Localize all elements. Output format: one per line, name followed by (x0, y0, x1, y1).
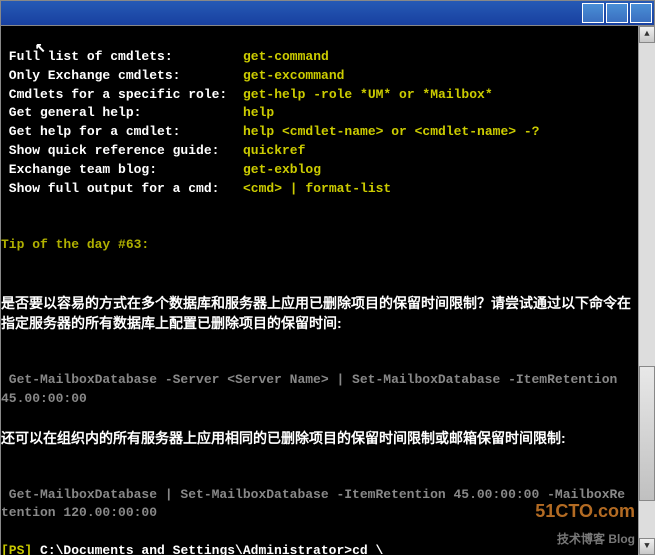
maximize-button[interactable] (606, 3, 628, 23)
example-command-1: Get-MailboxDatabase -Server <Server Name… (1, 372, 617, 406)
help-block: Full list of cmdlets:get-command Only Ex… (1, 48, 650, 199)
ps-marker: [PS] (1, 543, 40, 555)
tip-paragraph-1: 是否要以容易的方式在多个数据库和服务器上应用已删除项目的保留时间限制？请尝试通过… (1, 293, 650, 334)
scroll-thumb[interactable] (639, 366, 655, 501)
tip-paragraph-2: 还可以在组织内的所有服务器上应用相同的已删除项目的保留时间限制或邮箱保留时间限制… (1, 428, 650, 448)
window-titlebar (0, 0, 655, 26)
help-label: Exchange team blog: (1, 161, 243, 180)
minimize-button[interactable] (582, 3, 604, 23)
ps-input-cd[interactable]: cd \ (352, 543, 383, 555)
help-label: Show full output for a cmd: (1, 180, 243, 199)
vertical-scrollbar[interactable]: ▲ ▼ (638, 26, 655, 555)
help-command: get-excommand (243, 68, 344, 83)
help-command: quickref (243, 143, 305, 158)
close-button[interactable] (630, 3, 652, 23)
help-label: Cmdlets for a specific role: (1, 86, 243, 105)
ps-path: C:\Documents and Settings\Administrator> (40, 543, 352, 555)
terminal-output: Full list of cmdlets:get-command Only Ex… (0, 26, 655, 555)
watermark: 51CTO.com技术博客 Blog (535, 498, 635, 550)
help-command: help <cmdlet-name> or <cmdlet-name> -? (243, 124, 539, 139)
help-label: Get help for a cmdlet: (1, 123, 243, 142)
help-command: get-command (243, 49, 329, 64)
help-command: get-help -role *UM* or *Mailbox* (243, 87, 493, 102)
scroll-down-button[interactable]: ▼ (639, 538, 655, 555)
mouse-cursor: ↖ (35, 35, 46, 61)
help-command: <cmd> | format-list (243, 181, 391, 196)
example-command-2: Get-MailboxDatabase | Set-MailboxDatabas… (1, 487, 625, 521)
help-command: help (243, 105, 274, 120)
help-label: Get general help: (1, 104, 243, 123)
scroll-up-button[interactable]: ▲ (639, 26, 655, 43)
help-command: get-exblog (243, 162, 321, 177)
help-label: Show quick reference guide: (1, 142, 243, 161)
help-label: Only Exchange cmdlets: (1, 67, 243, 86)
tip-of-day: Tip of the day #63: (1, 237, 149, 252)
